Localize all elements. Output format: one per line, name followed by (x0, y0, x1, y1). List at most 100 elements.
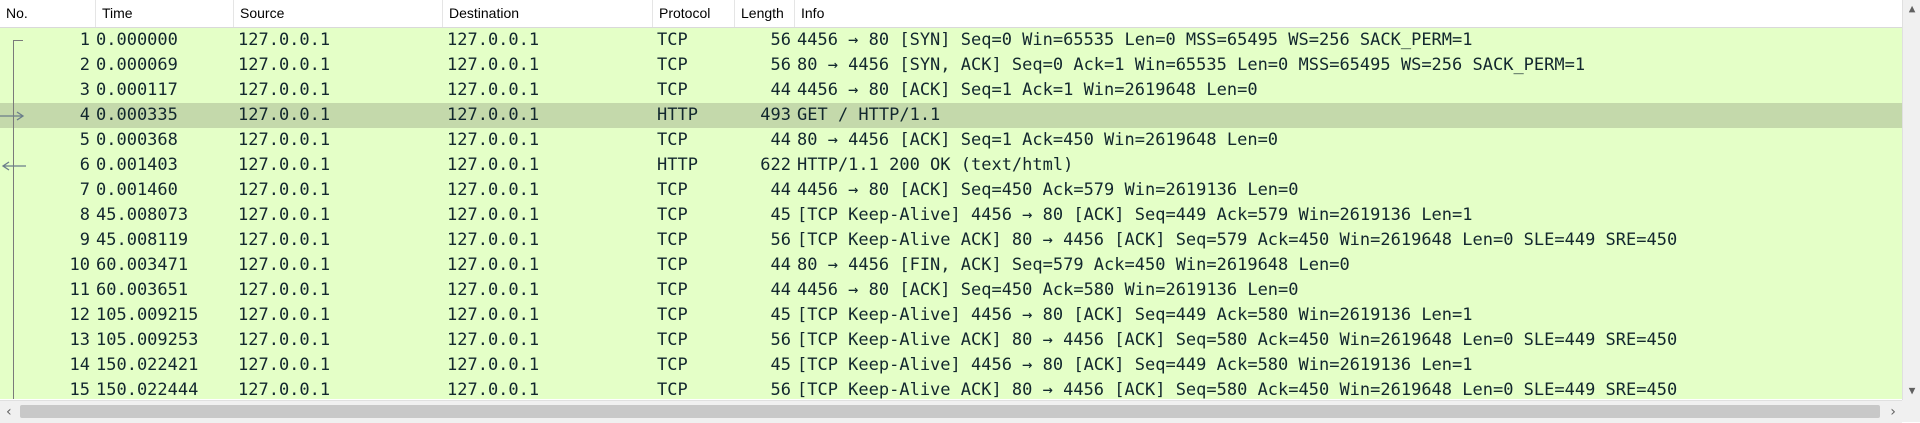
cell-protocol: TCP (657, 255, 688, 275)
related-packet-gutter (0, 378, 30, 399)
cell-destination: 127.0.0.1 (447, 205, 540, 225)
packet-row[interactable]: 13 105.009253 127.0.0.1 127.0.0.1 TCP 56 [TCP … (0, 328, 1902, 353)
chevron-up-icon[interactable]: ▲ (1903, 0, 1920, 18)
vertical-scrollbar[interactable]: ▲ ▼ (1902, 0, 1920, 400)
cell-source: 127.0.0.1 (238, 105, 331, 125)
related-packet-gutter (0, 328, 30, 353)
cell-info: HTTP/1.1 200 OK (text/html) (797, 155, 1074, 175)
related-packet-gutter (0, 178, 30, 203)
related-packet-gutter (0, 253, 30, 278)
cell-info: 4456 → 80 [ACK] Seq=1 Ack=1 Win=2619648 … (797, 80, 1258, 100)
cell-no: 3 (79, 80, 90, 100)
cell-source: 127.0.0.1 (238, 180, 331, 200)
cell-protocol: TCP (657, 180, 688, 200)
column-header-length[interactable]: Length (735, 0, 795, 27)
cell-time: 0.000069 (96, 55, 178, 75)
request-arrow-icon (0, 111, 25, 121)
cell-length: 56 (770, 55, 791, 75)
cell-info: [TCP Keep-Alive] 4456 → 80 [ACK] Seq=449… (797, 205, 1473, 225)
packet-row[interactable]: 4 0.000335 127.0.0.1 127.0.0.1 HTTP 493 GET / … (0, 103, 1902, 128)
cell-protocol: TCP (657, 280, 688, 300)
packet-row[interactable]: 11 60.003651 127.0.0.1 127.0.0.1 TCP 44 4456 →… (0, 278, 1902, 303)
horizontal-scrollbar[interactable]: ‹ › (0, 400, 1902, 423)
cell-info: 4456 → 80 [ACK] Seq=450 Ack=580 Win=2619… (797, 280, 1299, 300)
cell-no: 15 (69, 380, 90, 399)
packet-row[interactable]: 14 150.022421 127.0.0.1 127.0.0.1 TCP 45 [TCP … (0, 353, 1902, 378)
cell-protocol: TCP (657, 55, 688, 75)
packet-row[interactable]: 1 0.000000 127.0.0.1 127.0.0.1 TCP 56 4456 → 8… (0, 28, 1902, 53)
cell-protocol: TCP (657, 230, 688, 250)
cell-protocol: TCP (657, 30, 688, 50)
cell-no: 9 (79, 230, 90, 250)
cell-length: 44 (770, 130, 791, 150)
cell-destination: 127.0.0.1 (447, 280, 540, 300)
packet-row[interactable]: 12 105.009215 127.0.0.1 127.0.0.1 TCP 45 [TCP … (0, 303, 1902, 328)
related-packet-gutter (0, 303, 30, 328)
cell-no: 1 (79, 30, 90, 50)
cell-time: 0.001460 (96, 180, 178, 200)
cell-time: 0.000000 (96, 30, 178, 50)
column-header-time[interactable]: Time (96, 0, 234, 27)
packet-list: 1 0.000000 127.0.0.1 127.0.0.1 TCP 56 4456 → 8… (0, 28, 1902, 399)
column-header-destination[interactable]: Destination (443, 0, 653, 27)
cell-time: 105.009215 (96, 305, 199, 325)
cell-length: 44 (770, 280, 791, 300)
column-header-no[interactable]: No. (0, 0, 96, 27)
cell-destination: 127.0.0.1 (447, 180, 540, 200)
cell-no: 6 (79, 155, 90, 175)
cell-info: [TCP Keep-Alive ACK] 80 → 4456 [ACK] Seq… (797, 330, 1678, 350)
cell-info: 4456 → 80 [SYN] Seq=0 Win=65535 Len=0 MS… (797, 30, 1473, 50)
cell-no: 7 (79, 180, 90, 200)
horizontal-scrollbar-thumb[interactable] (20, 405, 1880, 418)
cell-no: 11 (69, 280, 90, 300)
cell-time: 0.000117 (96, 80, 178, 100)
chevron-left-icon[interactable]: ‹ (0, 401, 18, 423)
conversation-bracket-start (13, 40, 23, 41)
cell-time: 0.001403 (96, 155, 178, 175)
related-packet-gutter (0, 78, 30, 103)
packet-row[interactable]: 6 0.001403 127.0.0.1 127.0.0.1 HTTP 622 HTTP/1… (0, 153, 1902, 178)
cell-length: 44 (770, 255, 791, 275)
cell-no: 13 (69, 330, 90, 350)
cell-no: 2 (79, 55, 90, 75)
cell-time: 0.000368 (96, 130, 178, 150)
cell-protocol: TCP (657, 305, 688, 325)
cell-destination: 127.0.0.1 (447, 355, 540, 375)
packet-row[interactable]: 7 0.001460 127.0.0.1 127.0.0.1 TCP 44 4456 → 8… (0, 178, 1902, 203)
cell-length: 56 (770, 330, 791, 350)
related-packet-gutter (0, 203, 30, 228)
column-header-protocol[interactable]: Protocol (653, 0, 735, 27)
cell-protocol: TCP (657, 205, 688, 225)
cell-destination: 127.0.0.1 (447, 130, 540, 150)
cell-protocol: TCP (657, 355, 688, 375)
packet-row[interactable]: 9 45.008119 127.0.0.1 127.0.0.1 TCP 56 [TCP Ke… (0, 228, 1902, 253)
packet-row[interactable]: 10 60.003471 127.0.0.1 127.0.0.1 TCP 44 80 → 4… (0, 253, 1902, 278)
column-header-info[interactable]: Info (795, 0, 1902, 27)
chevron-right-icon[interactable]: › (1884, 401, 1902, 423)
cell-source: 127.0.0.1 (238, 305, 331, 325)
cell-destination: 127.0.0.1 (447, 30, 540, 50)
packet-row[interactable]: 2 0.000069 127.0.0.1 127.0.0.1 TCP 56 80 → 445… (0, 53, 1902, 78)
column-header-source[interactable]: Source (234, 0, 443, 27)
packet-row[interactable]: 3 0.000117 127.0.0.1 127.0.0.1 TCP 44 4456 → 8… (0, 78, 1902, 103)
cell-protocol: TCP (657, 330, 688, 350)
cell-source: 127.0.0.1 (238, 55, 331, 75)
packet-row[interactable]: 15 150.022444 127.0.0.1 127.0.0.1 TCP 56 [TCP … (0, 378, 1902, 399)
scrollbar-corner (1902, 400, 1920, 422)
cell-info: GET / HTTP/1.1 (797, 105, 941, 125)
cell-destination: 127.0.0.1 (447, 330, 540, 350)
packet-row[interactable]: 5 0.000368 127.0.0.1 127.0.0.1 TCP 44 80 → 445… (0, 128, 1902, 153)
cell-source: 127.0.0.1 (238, 280, 331, 300)
chevron-down-icon[interactable]: ▼ (1903, 382, 1920, 400)
cell-source: 127.0.0.1 (238, 330, 331, 350)
cell-length: 56 (770, 380, 791, 399)
packet-row[interactable]: 8 45.008073 127.0.0.1 127.0.0.1 TCP 45 [TCP Ke… (0, 203, 1902, 228)
cell-time: 45.008073 (96, 205, 189, 225)
packet-list-header: No. Time Source Destination Protocol Len… (0, 0, 1902, 28)
related-packet-gutter (0, 128, 30, 153)
response-arrow-icon (1, 161, 26, 171)
cell-length: 44 (770, 180, 791, 200)
cell-protocol: TCP (657, 130, 688, 150)
cell-source: 127.0.0.1 (238, 80, 331, 100)
cell-time: 0.000335 (96, 105, 178, 125)
